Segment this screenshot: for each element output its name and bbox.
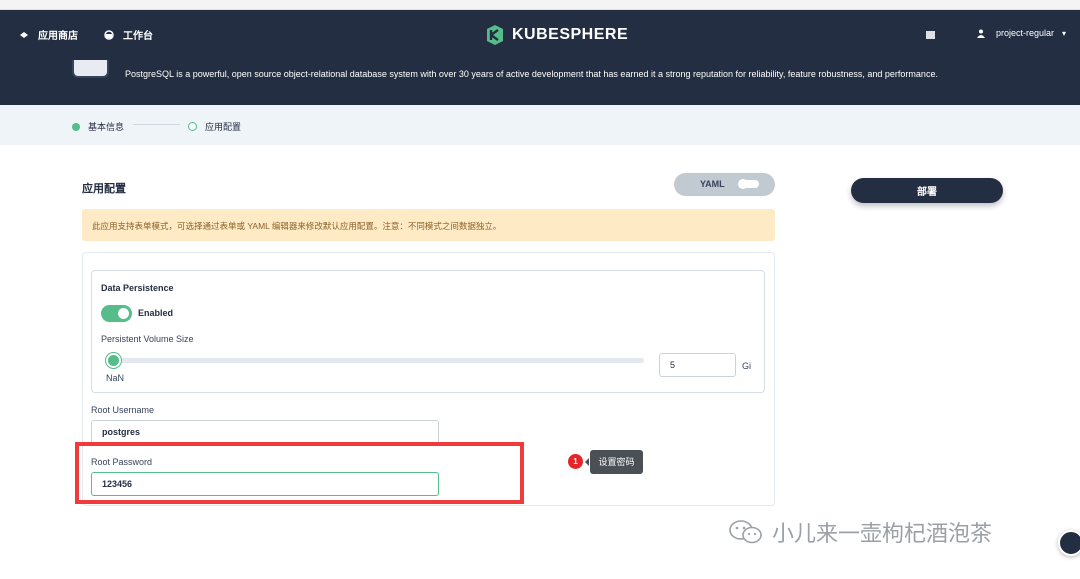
nav-workbench[interactable]: 工作台 bbox=[104, 27, 153, 42]
chevron-down-icon: ▾ bbox=[1062, 28, 1067, 38]
form-mode-notice: 此应用支持表单模式，可选择通过表单或 YAML 编辑器来修改默认应用配置。注意：… bbox=[82, 209, 775, 241]
persistence-enabled-label: Enabled bbox=[138, 308, 174, 318]
postgresql-logo-icon bbox=[72, 60, 109, 78]
data-persistence-title: Data Persistence bbox=[101, 283, 174, 293]
kubesphere-logo[interactable]: KUBESPHERE bbox=[485, 24, 628, 46]
app-description: PostgreSQL is a powerful, open source ob… bbox=[125, 69, 938, 79]
kubesphere-logo-icon bbox=[487, 25, 503, 45]
wizard-steps: 基本信息 应用配置 bbox=[0, 105, 1080, 145]
top-navigation-bar: 应用商店 工作台 KUBESPHERE project-regular ▾ bbox=[0, 10, 1080, 60]
notification-icon[interactable] bbox=[926, 31, 935, 39]
slider-value-label: NaN bbox=[106, 373, 125, 383]
annotation-tooltip: 设置密码 bbox=[585, 450, 643, 474]
root-username-input[interactable] bbox=[91, 420, 439, 444]
root-username-label: Root Username bbox=[91, 405, 155, 415]
wechat-watermark: 小儿来一壶枸杞酒泡茶 bbox=[728, 516, 992, 548]
nav-workbench-label: 工作台 bbox=[123, 31, 153, 42]
step-basic-info-label: 基本信息 bbox=[88, 122, 125, 132]
user-menu[interactable]: project-regular ▾ bbox=[977, 28, 1066, 38]
wechat-icon bbox=[729, 520, 762, 544]
step-connector bbox=[133, 124, 180, 125]
user-icon bbox=[977, 29, 985, 38]
nav-app-store-label: 应用商店 bbox=[38, 31, 78, 42]
yaml-mode-toggle[interactable]: YAML bbox=[674, 173, 775, 196]
nav-app-store[interactable]: 应用商店 bbox=[19, 27, 78, 42]
volume-size-slider[interactable] bbox=[112, 358, 644, 363]
step-app-config-label: 应用配置 bbox=[205, 122, 242, 132]
floating-tool-button[interactable] bbox=[1058, 530, 1080, 556]
annotation-number-badge: 1 bbox=[568, 454, 583, 469]
volume-size-label: Persistent Volume Size bbox=[101, 334, 194, 344]
watermark-text: 小儿来一壶枸杞酒泡茶 bbox=[772, 521, 993, 546]
step-basic-info[interactable]: 基本信息 bbox=[72, 120, 124, 133]
volume-unit-label: Gi bbox=[742, 361, 751, 371]
persistence-enabled-switch[interactable] bbox=[101, 305, 132, 322]
slider-handle[interactable] bbox=[106, 353, 121, 368]
user-name: project-regular bbox=[996, 28, 1055, 38]
password-highlight-box bbox=[75, 442, 524, 504]
step-current-icon bbox=[188, 122, 197, 131]
page-title: 应用配置 bbox=[82, 183, 126, 195]
workbench-icon bbox=[104, 29, 114, 40]
step-app-config[interactable]: 应用配置 bbox=[188, 120, 241, 133]
volume-size-input[interactable] bbox=[659, 353, 736, 377]
yaml-toggle-label: YAML bbox=[700, 179, 725, 189]
toggle-knob bbox=[738, 179, 759, 189]
deploy-button[interactable]: 部署 bbox=[851, 178, 1003, 203]
app-store-icon bbox=[20, 31, 28, 38]
app-banner: PostgreSQL is a powerful, open source ob… bbox=[0, 60, 1080, 105]
step-done-icon bbox=[72, 122, 80, 131]
browser-chrome-strip bbox=[0, 0, 1080, 10]
logo-text: KUBESPHERE bbox=[512, 26, 629, 43]
